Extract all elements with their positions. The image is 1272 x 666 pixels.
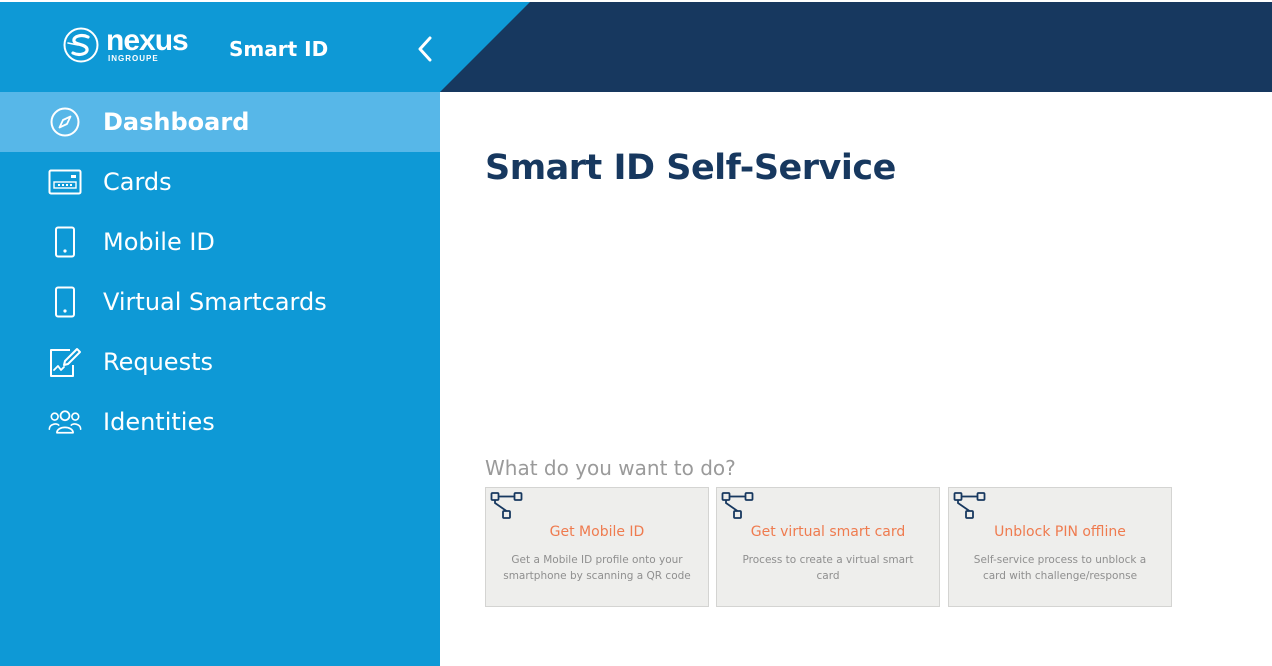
page-title: Smart ID Self-Service [485,148,896,188]
tile-description: Self-service process to unblock a card w… [973,554,1147,582]
sidebar-item-identities[interactable]: Identities [0,392,440,452]
workflow-icon [953,492,986,519]
collapse-sidebar-button[interactable] [408,32,442,66]
chevron-left-icon [418,36,432,62]
logo-word: nexus [106,23,189,57]
nexus-logo-icon [63,27,99,63]
top-header: nexus INGROUPE Smart ID [0,2,1272,92]
workflow-icon [490,492,523,519]
sidebar-item-label: Requests [103,348,213,376]
workflow-icon [721,492,754,519]
compass-icon [50,107,80,137]
sidebar-item-virtual-smartcards[interactable]: Virtual Smartcards [0,272,440,332]
tile-description: Get a Mobile ID profile onto your smartp… [503,554,691,582]
sidebar-item-mobile-id[interactable]: Mobile ID [0,212,440,272]
sidebar-item-label: Identities [103,408,215,436]
sidebar-item-label: Virtual Smartcards [103,288,327,316]
sidebar-item-label: Mobile ID [103,228,215,256]
tile-unblock-pin-offline[interactable]: Unblock PIN offline Self-service process… [948,487,1172,607]
card-icon [48,169,82,195]
tile-description: Process to create a virtual smart card [742,554,914,582]
sidebar-item-requests[interactable]: Requests [0,332,440,392]
edit-document-icon [50,348,81,377]
tile-get-virtual-smart-card[interactable]: Get virtual smart card Process to create… [716,487,940,607]
users-icon [48,410,82,434]
tile-title: Get virtual smart card [750,524,906,540]
main-content: Smart ID Self-Service What do you want t… [440,92,1272,666]
sidebar-item-dashboard[interactable]: Dashboard [0,92,440,152]
tile-get-mobile-id[interactable]: Get Mobile ID Get a Mobile ID profile on… [485,487,709,607]
phone-icon [55,286,75,318]
nexus-logo: nexus INGROUPE [62,23,189,64]
tile-title: Unblock PIN offline [994,524,1126,540]
sidebar-item-label: Cards [103,168,172,196]
sidebar: Dashboard Cards Mobile ID Virtual Smartc… [0,92,440,666]
phone-icon [55,226,75,258]
app-name: Smart ID [229,37,329,61]
tile-title: Get Mobile ID [549,524,645,540]
logo-text: nexus INGROUPE [106,23,189,63]
sidebar-item-cards[interactable]: Cards [0,152,440,212]
sidebar-item-label: Dashboard [103,108,250,136]
section-label: What do you want to do? [485,456,736,480]
